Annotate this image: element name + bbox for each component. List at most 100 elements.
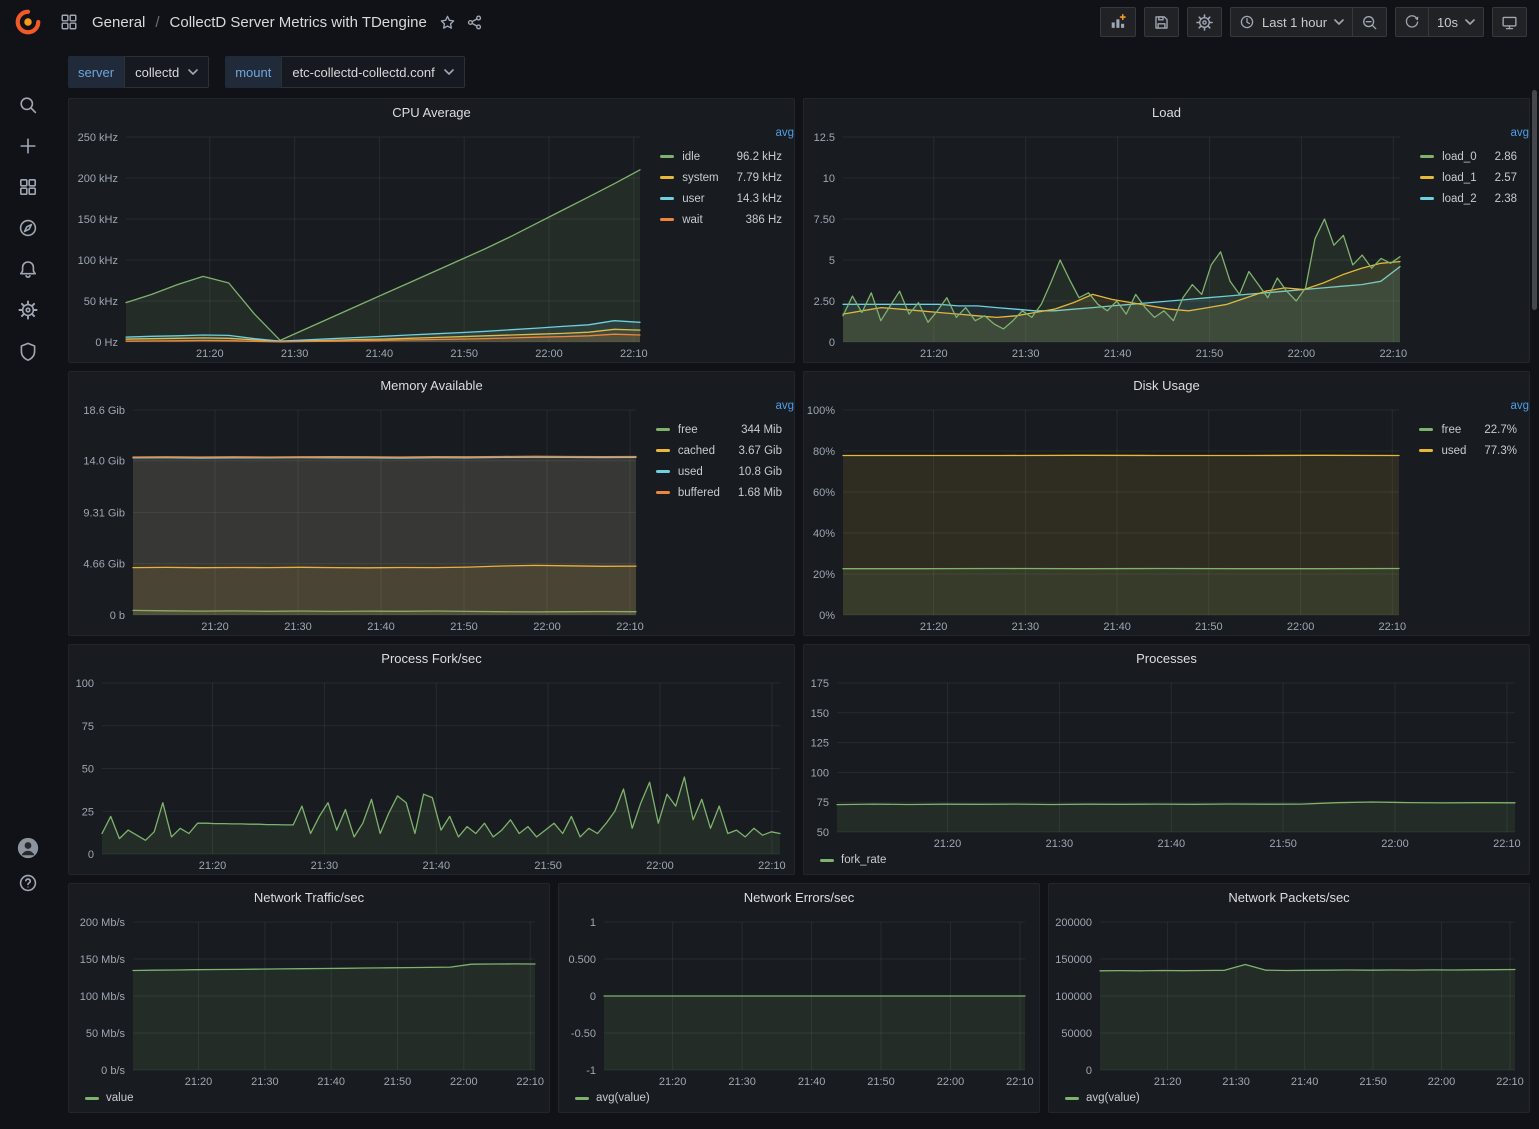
dashboards-grid-icon[interactable]: [60, 13, 78, 31]
breadcrumb-title[interactable]: CollectD Server Metrics with TDengine: [170, 14, 427, 31]
svg-text:22:10: 22:10: [758, 860, 786, 872]
search-icon[interactable]: [17, 94, 39, 116]
chart-process-fork[interactable]: 21:2021:3021:4021:5022:0022:100255075100: [69, 671, 794, 874]
refresh-interval-button[interactable]: 10s: [1428, 7, 1484, 37]
svg-text:22:10: 22:10: [1496, 1076, 1524, 1088]
svg-text:100 Mb/s: 100 Mb/s: [80, 991, 126, 1003]
cycle-view-mode-button[interactable]: [1492, 7, 1527, 37]
help-icon[interactable]: [17, 872, 39, 894]
chart-disk-usage[interactable]: 21:2021:3021:4021:5022:0022:100%20%40%60…: [804, 398, 1413, 635]
legend-series-label[interactable]: idle: [682, 146, 718, 167]
legend-series-label[interactable]: free: [1441, 419, 1466, 440]
star-icon[interactable]: [439, 14, 456, 31]
create-plus-icon[interactable]: [17, 135, 39, 157]
svg-text:0 b: 0 b: [110, 610, 125, 622]
panel-header-network-errors[interactable]: Network Errors/sec: [559, 884, 1039, 910]
legend-series-label[interactable]: load_2: [1442, 188, 1477, 209]
clock-icon: [1239, 14, 1255, 30]
panel-header-network-packets[interactable]: Network Packets/sec: [1049, 884, 1529, 910]
svg-text:22:10: 22:10: [1006, 1076, 1034, 1088]
panel-header-processes[interactable]: Processes: [804, 645, 1529, 671]
svg-text:4.66 Gib: 4.66 Gib: [83, 559, 125, 571]
configuration-gear-icon[interactable]: [17, 299, 39, 321]
svg-text:22:00: 22:00: [1287, 621, 1315, 633]
chart-network-packets[interactable]: 21:2021:3021:4021:5022:0022:100500001000…: [1049, 910, 1529, 1090]
explore-compass-icon[interactable]: [17, 217, 39, 239]
legend-series-label[interactable]: cached: [678, 440, 720, 461]
legend-network-traffic: value: [69, 1090, 549, 1112]
legend-avg-header[interactable]: avg: [1414, 125, 1529, 142]
panel-header-process-fork[interactable]: Process Fork/sec: [69, 645, 794, 671]
grafana-logo[interactable]: [0, 8, 56, 36]
panel-title: Processes: [1136, 651, 1197, 666]
svg-text:21:30: 21:30: [284, 621, 312, 633]
zoom-out-icon: [1361, 14, 1378, 31]
variable-server-value[interactable]: collectd: [124, 56, 209, 88]
dashboards-icon[interactable]: [17, 176, 39, 198]
refresh-button[interactable]: [1395, 7, 1429, 37]
time-range-button[interactable]: Last 1 hour: [1230, 7, 1353, 37]
svg-text:0 b/s: 0 b/s: [101, 1065, 125, 1077]
panel-header-load[interactable]: Load: [804, 99, 1529, 125]
save-icon: [1153, 14, 1170, 31]
legend-avg-header[interactable]: avg: [650, 398, 794, 415]
svg-text:21:20: 21:20: [920, 348, 948, 360]
panel-header-memory-available[interactable]: Memory Available: [69, 372, 794, 398]
series-color-icon: [575, 1097, 589, 1100]
zoom-out-button[interactable]: [1352, 7, 1387, 37]
panel-header-disk-usage[interactable]: Disk Usage: [804, 372, 1529, 398]
variable-mount-selected: etc-collectd-collectd.conf: [292, 65, 434, 80]
chart-memory-available[interactable]: 21:2021:3021:4021:5022:0022:100 b4.66 Gi…: [69, 398, 650, 635]
legend-series-label[interactable]: user: [682, 188, 718, 209]
panel-header-network-traffic[interactable]: Network Traffic/sec: [69, 884, 549, 910]
panel-body-memory-available: 21:2021:3021:4021:5022:0022:100 b4.66 Gi…: [69, 398, 794, 635]
legend-item[interactable]: fork_rate: [820, 854, 886, 866]
legend-avg-header[interactable]: avg: [654, 125, 794, 142]
alerting-bell-icon[interactable]: [17, 258, 39, 280]
svg-text:25: 25: [82, 806, 94, 818]
svg-text:50: 50: [817, 827, 829, 839]
legend-series-label[interactable]: system: [682, 167, 718, 188]
panel-cpu-average: CPU Average21:2021:3021:4021:5022:0022:1…: [68, 98, 795, 363]
svg-text:21:30: 21:30: [1012, 621, 1040, 633]
legend-item[interactable]: value: [85, 1092, 134, 1104]
user-avatar[interactable]: [17, 837, 39, 859]
server-admin-shield-icon[interactable]: [17, 340, 39, 362]
legend-series-label[interactable]: wait: [682, 209, 718, 230]
series-color-dash: [656, 449, 670, 452]
share-icon[interactable]: [466, 14, 483, 31]
variable-mount-value[interactable]: etc-collectd-collectd.conf: [281, 56, 464, 88]
chart-network-errors[interactable]: 21:2021:3021:4021:5022:0022:10-1-0.5000.…: [559, 910, 1039, 1090]
legend-series-label[interactable]: buffered: [678, 482, 720, 503]
chart-cpu-average[interactable]: 21:2021:3021:4021:5022:0022:100 Hz50 kHz…: [69, 125, 654, 362]
svg-text:21:50: 21:50: [450, 621, 478, 633]
legend-item: system7.79 kHz: [660, 167, 782, 188]
legend-network-errors: avg(value): [559, 1090, 1039, 1112]
legend-series-label[interactable]: free: [678, 419, 720, 440]
legend-item[interactable]: avg(value): [575, 1092, 650, 1104]
legend-series-label: avg(value): [1086, 1092, 1140, 1104]
scrollbar-thumb[interactable]: [1532, 90, 1537, 310]
chart-load[interactable]: 21:2021:3021:4021:5022:0022:1002.5057.50…: [804, 125, 1414, 362]
svg-text:50 kHz: 50 kHz: [84, 296, 118, 308]
variable-mount[interactable]: mount etc-collectd-collectd.conf: [225, 56, 464, 88]
series-color-icon: [1420, 146, 1442, 167]
legend-series-label[interactable]: used: [678, 461, 720, 482]
legend-avg-header[interactable]: avg: [1413, 398, 1529, 415]
legend-series-label[interactable]: used: [1441, 440, 1466, 461]
panel-processes: Processes 21:2021:3021:4021:5022:0022:105…: [803, 644, 1530, 875]
panel-load: Load21:2021:3021:4021:5022:0022:1002.505…: [803, 98, 1530, 363]
chart-processes[interactable]: 21:2021:3021:4021:5022:0022:105075100125…: [804, 671, 1529, 852]
legend-series-label[interactable]: load_0: [1442, 146, 1477, 167]
breadcrumb-folder[interactable]: General: [92, 14, 145, 31]
legend-series-label[interactable]: load_1: [1442, 167, 1477, 188]
panel-header-cpu-average[interactable]: CPU Average: [69, 99, 794, 125]
legend-item: user14.3 kHz: [660, 188, 782, 209]
chart-network-traffic[interactable]: 21:2021:3021:4021:5022:0022:100 b/s50 Mb…: [69, 910, 549, 1090]
save-button[interactable]: [1144, 7, 1179, 37]
variable-server[interactable]: server collectd: [68, 56, 209, 88]
dashboard-settings-button[interactable]: [1187, 7, 1222, 37]
add-panel-button[interactable]: [1100, 7, 1136, 37]
legend-item[interactable]: avg(value): [1065, 1092, 1140, 1104]
legend-series-value: 96.2 kHz: [719, 146, 782, 167]
